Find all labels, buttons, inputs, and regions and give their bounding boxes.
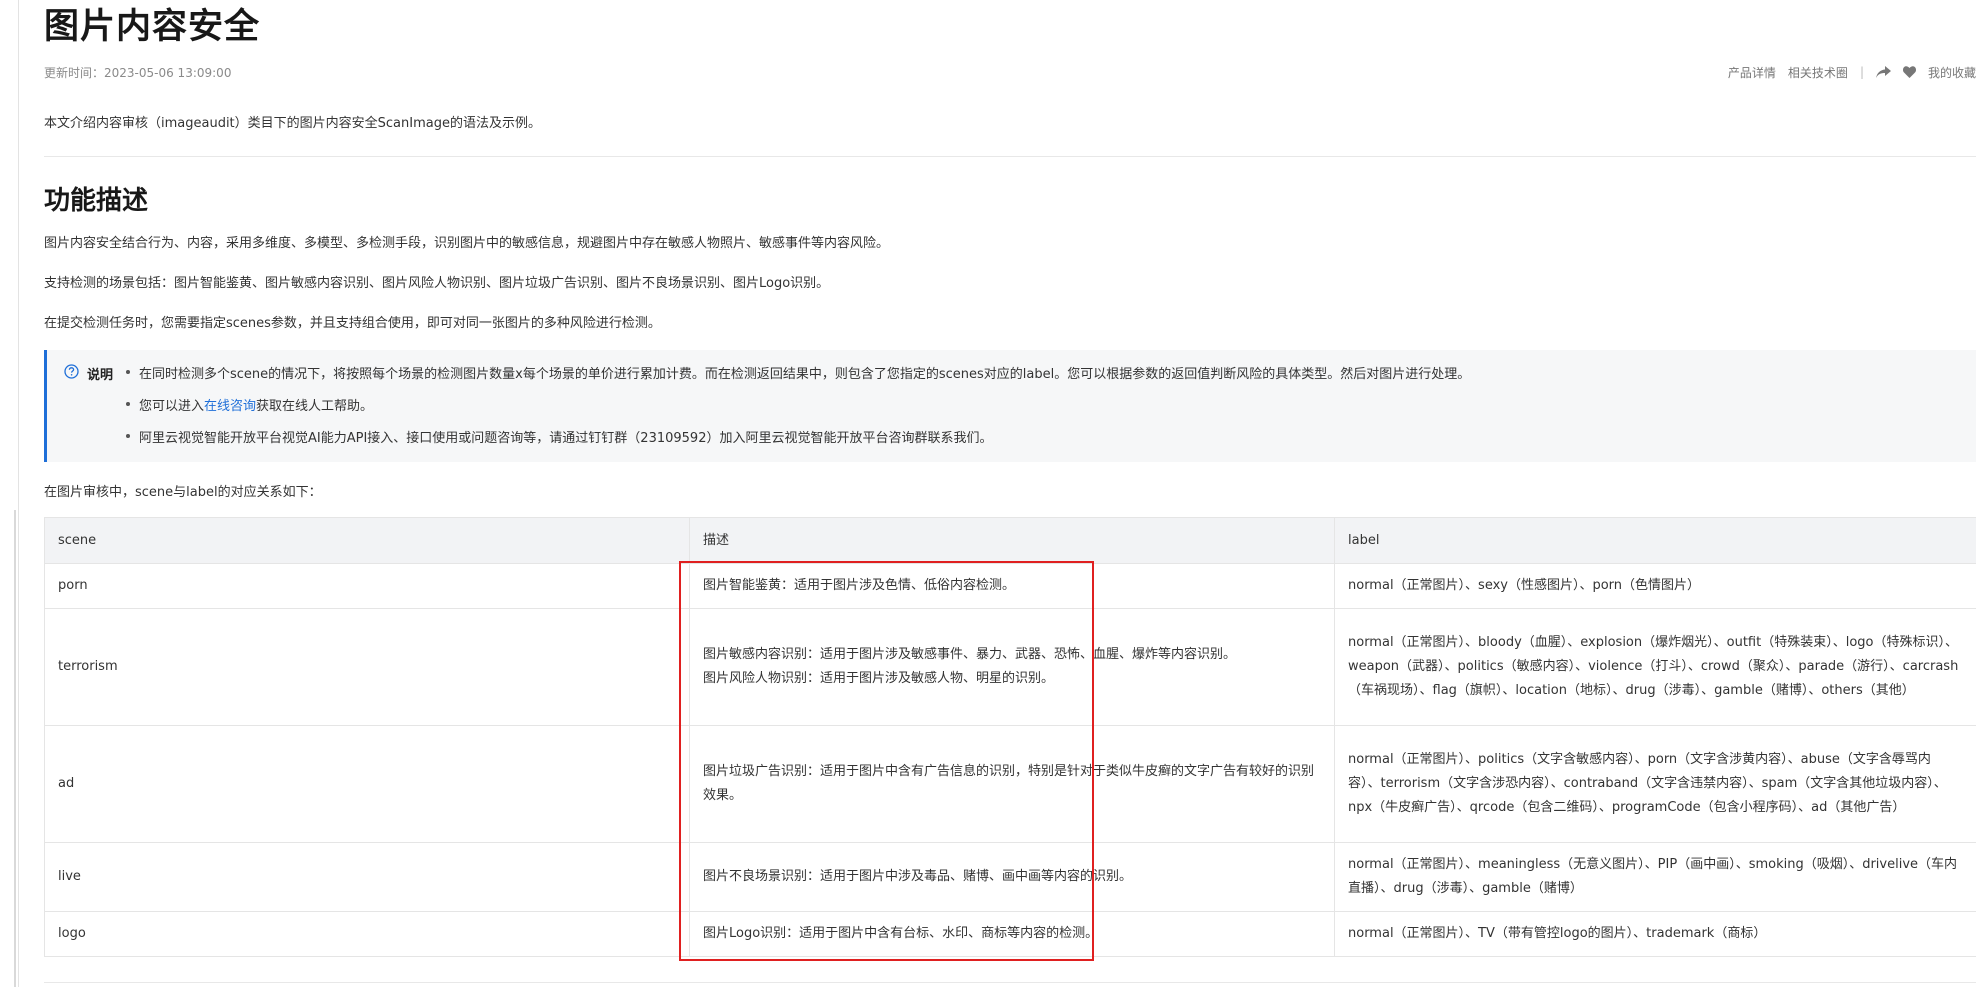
table-row: porn 图片智能鉴黄：适用于图片涉及色情、低俗内容检测。 normal（正常图…: [44, 563, 1976, 609]
table-header-row: scene 描述 label: [44, 517, 1976, 564]
table-intro: 在图片审核中，scene与label的对应关系如下：: [44, 485, 322, 500]
intro-text: 本文介绍内容审核（imageaudit）类目下的图片内容安全ScanImage的…: [44, 116, 541, 131]
table-row: terrorism 图片敏感内容识别：适用于图片涉及敏感事件、暴力、武器、恐怖、…: [44, 608, 1976, 726]
heart-icon[interactable]: [1902, 66, 1916, 78]
scene-cell: porn: [44, 563, 690, 609]
desc-line: 图片垃圾广告识别：适用于图片中含有广告信息的识别，特别是针对于类似牛皮癣的文字广…: [703, 764, 1315, 803]
favorite-link[interactable]: 我的收藏: [1928, 64, 1976, 81]
toolbar-separator: |: [1859, 65, 1864, 79]
note-item-suffix: 获取在线人工帮助。: [256, 399, 374, 414]
desc-cell: 图片敏感内容识别：适用于图片涉及敏感事件、暴力、武器、恐怖、血腥、爆炸等内容识别…: [689, 608, 1335, 726]
scenario-paragraph: 支持检测的场景包括：图片智能鉴黄、图片敏感内容识别、图片风险人物识别、图片垃圾广…: [44, 276, 830, 291]
label-cell: normal（正常图片）、bloody（血腥）、explosion（爆炸烟光）、…: [1334, 608, 1976, 726]
divider: [44, 156, 1976, 157]
note-item-dingtalk: 阿里云视觉智能开放平台视觉AI能力API接入、接口使用或问题咨询等，请通过钉钉群…: [125, 427, 992, 446]
desc-line: 图片敏感内容识别：适用于图片涉及敏感事件、暴力、武器、恐怖、血腥、爆炸等内容识别…: [703, 647, 1237, 662]
help-circle-icon: [64, 364, 79, 383]
label-cell: normal（正常图片）、TV（带有管控logo的图片）、trademark（商…: [1334, 911, 1976, 957]
note-box: 说明 在同时检测多个scene的情况下，将按照每个场景的检测图片数量x每个场景的…: [44, 350, 1976, 462]
bottom-divider: [44, 982, 1976, 983]
online-consult-link[interactable]: 在线咨询: [204, 399, 256, 414]
scenes-paragraph: 在提交检测任务时，您需要指定scenes参数，并且支持组合使用，即可对同一张图片…: [44, 316, 661, 331]
scene-cell: live: [44, 842, 690, 912]
feature-paragraph: 图片内容安全结合行为、内容，采用多维度、多模型、多检测手段，识别图片中的敏感信息…: [44, 236, 890, 251]
label-cell: normal（正常图片）、meaningless（无意义图片）、PIP（画中画）…: [1334, 842, 1976, 912]
label-cell: normal（正常图片）、sexy（性感图片）、porn（色情图片）: [1334, 563, 1976, 609]
doc-content: 图片内容安全 更新时间：2023-05-06 13:09:00 产品详情 相关技…: [44, 0, 1976, 987]
table-row: logo 图片Logo识别：适用于图片中含有台标、水印、商标等内容的检测。 no…: [44, 911, 1976, 957]
desc-line: 图片Logo识别：适用于图片中含有台标、水印、商标等内容的检测。: [703, 926, 1099, 941]
section-title: 功能描述: [44, 186, 149, 216]
column-header-desc: 描述: [689, 517, 1335, 564]
desc-cell: 图片Logo识别：适用于图片中含有台标、水印、商标等内容的检测。: [689, 911, 1335, 957]
scene-cell: terrorism: [44, 608, 690, 726]
note-item-billing: 在同时检测多个scene的情况下，将按照每个场景的检测图片数量x每个场景的单价进…: [125, 363, 1470, 382]
desc-line: 图片不良场景识别：适用于图片中涉及毒品、赌博、画中画等内容的识别。: [703, 869, 1133, 884]
table-row: ad 图片垃圾广告识别：适用于图片中含有广告信息的识别，特别是针对于类似牛皮癣的…: [44, 725, 1976, 843]
column-header-scene: scene: [44, 517, 690, 564]
share-icon[interactable]: [1875, 66, 1891, 78]
left-scroll-indicator: [14, 510, 16, 987]
desc-line: 图片风险人物识别：适用于图片涉及敏感人物、明星的识别。: [703, 671, 1055, 686]
scene-cell: logo: [44, 911, 690, 957]
note-item-consult: 您可以进入在线咨询获取在线人工帮助。: [125, 395, 374, 414]
desc-cell: 图片智能鉴黄：适用于图片涉及色情、低俗内容检测。: [689, 563, 1335, 609]
product-detail-link[interactable]: 产品详情: [1728, 64, 1776, 81]
note-item-prefix: 您可以进入: [139, 399, 205, 414]
table-row: live 图片不良场景识别：适用于图片中涉及毒品、赌博、画中画等内容的识别。 n…: [44, 842, 1976, 912]
left-border-rule: [18, 0, 19, 987]
desc-cell: 图片不良场景识别：适用于图片中涉及毒品、赌博、画中画等内容的识别。: [689, 842, 1335, 912]
desc-line: 图片智能鉴黄：适用于图片涉及色情、低俗内容检测。: [703, 578, 1016, 593]
doc-toolbar: 产品详情 相关技术圈 | 我的收藏: [1728, 62, 1976, 82]
column-header-label: label: [1334, 517, 1976, 564]
desc-cell: 图片垃圾广告识别：适用于图片中含有广告信息的识别，特别是针对于类似牛皮癣的文字广…: [689, 725, 1335, 843]
page-title: 图片内容安全: [44, 7, 261, 47]
scene-label-table: scene 描述 label porn 图片智能鉴黄：适用于图片涉及色情、低俗内…: [44, 517, 1976, 957]
label-cell: normal（正常图片）、politics（文字含敏感内容）、porn（文字含涉…: [1334, 725, 1976, 843]
update-time: 更新时间：2023-05-06 13:09:00: [44, 66, 232, 80]
related-tech-link[interactable]: 相关技术圈: [1788, 64, 1848, 81]
note-header: 说明: [64, 364, 113, 383]
note-label: 说明: [87, 368, 114, 383]
scene-cell: ad: [44, 725, 690, 843]
